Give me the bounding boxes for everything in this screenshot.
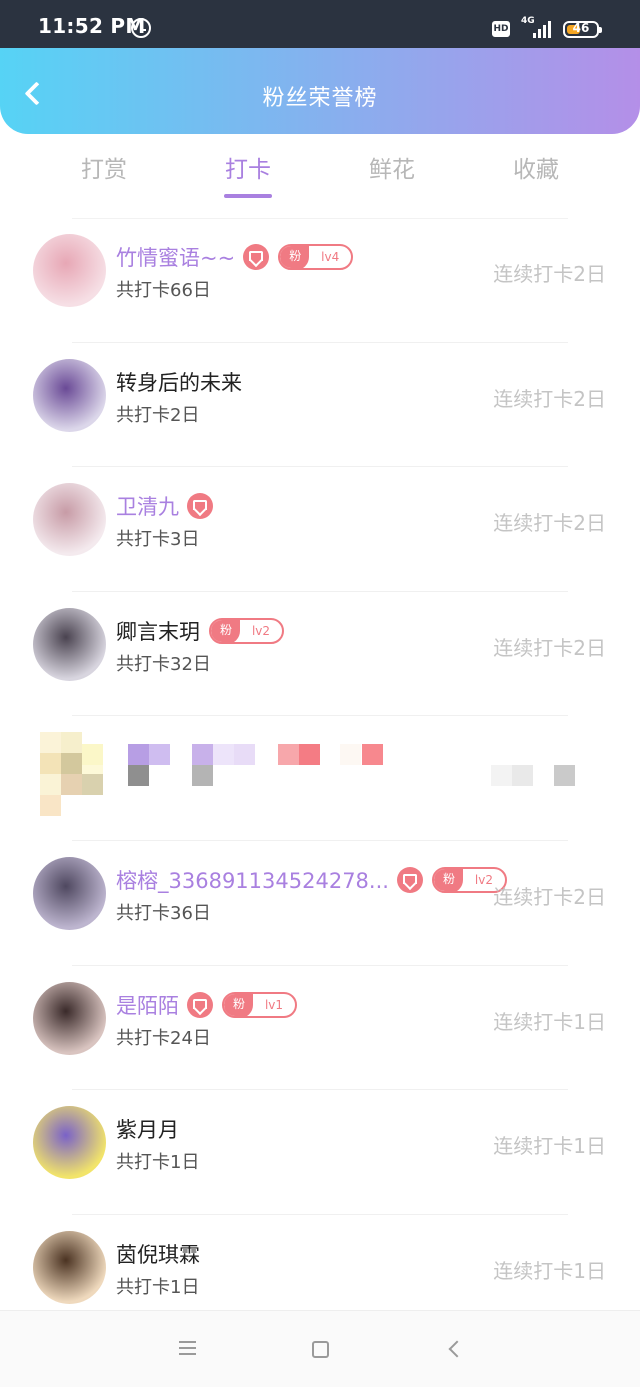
gem-icon: [243, 244, 270, 270]
total-checkins: 共打卡66日: [116, 280, 211, 301]
menu-icon[interactable]: [179, 1341, 196, 1355]
total-checkins: 共打卡24日: [116, 1027, 211, 1049]
fan-name[interactable]: 是陌陌: [116, 990, 179, 1020]
page-header: 粉丝荣誉榜: [0, 48, 640, 134]
back-triangle-icon[interactable]: [448, 1340, 466, 1358]
tab-favorites[interactable]: 收藏: [464, 150, 608, 184]
checkin-streak: 连续打卡2日: [493, 511, 606, 536]
avatar[interactable]: [33, 856, 106, 930]
fan-name[interactable]: 竹情蜜语~~: [116, 242, 235, 272]
fan-row[interactable]: 榕榕_336891134524278... 粉 lv2 共打卡36日 连续打卡2日: [0, 841, 640, 966]
system-nav-bar: [0, 1310, 640, 1387]
fan-name[interactable]: 茵倪琪霖: [116, 1239, 200, 1269]
fan-row[interactable]: 紫月月 共打卡1日 连续打卡1日: [0, 1090, 640, 1215]
avatar[interactable]: [33, 1230, 106, 1304]
tab-bar: 打赏 打卡 鲜花 收藏: [0, 134, 640, 219]
checkin-streak: 连续打卡1日: [493, 1009, 606, 1034]
fan-name[interactable]: 榕榕_336891134524278...: [116, 865, 389, 895]
total-checkins: 共打卡1日: [116, 1152, 200, 1174]
gem-icon: [396, 866, 423, 893]
battery-level: 46: [572, 21, 590, 35]
fan-row[interactable]: 卫清九 共打卡3日 连续打卡2日: [0, 467, 640, 592]
fan-name[interactable]: 转身后的未来: [116, 367, 242, 397]
home-square-icon[interactable]: [312, 1341, 329, 1358]
tab-flowers[interactable]: 鲜花: [320, 150, 464, 184]
fan-name[interactable]: 卫清九: [116, 491, 179, 521]
avatar[interactable]: [33, 234, 106, 307]
status-time: 11:52 PM: [38, 14, 146, 38]
gem-icon: [187, 493, 213, 520]
tab-reward[interactable]: 打赏: [32, 150, 176, 184]
checkin-streak: 连续打卡2日: [493, 386, 606, 411]
checkin-streak: 连续打卡2日: [493, 262, 606, 286]
fan-name[interactable]: 紫月月: [116, 1114, 179, 1144]
checkin-streak: 连续打卡2日: [493, 884, 606, 909]
gem-icon: [187, 991, 213, 1018]
total-checkins: 共打卡32日: [116, 653, 211, 675]
avatar[interactable]: [33, 358, 106, 432]
status-bar: 11:52 PM HD 4G 46: [0, 0, 640, 48]
fan-name-line: 转身后的未来: [116, 367, 242, 397]
tab-checkin[interactable]: 打卡: [176, 150, 320, 184]
fan-name-line: 紫月月: [116, 1114, 179, 1144]
fan-level-badge: 粉 lv4: [278, 244, 354, 270]
alarm-icon: [131, 18, 151, 38]
total-checkins: 共打卡2日: [116, 404, 200, 426]
fan-name[interactable]: 卿言末玥: [116, 616, 200, 646]
fan-name-line: 是陌陌 粉 lv1: [116, 990, 298, 1020]
total-checkins: 共打卡36日: [116, 902, 211, 924]
tab-indicator: [224, 194, 272, 198]
signal-icon: [529, 20, 553, 38]
fan-name-line: 榕榕_336891134524278... 粉 lv2: [116, 865, 507, 895]
total-checkins: 共打卡1日: [116, 1276, 200, 1298]
fan-row[interactable]: 卿言末玥粉 lv2 共打卡32日 连续打卡2日: [0, 592, 640, 717]
fan-row[interactable]: [0, 716, 640, 841]
fan-level-badge: 粉 lv2: [209, 617, 285, 644]
avatar[interactable]: [33, 607, 106, 681]
hd-icon: HD: [492, 21, 510, 37]
checkin-streak: 连续打卡2日: [493, 635, 606, 660]
fan-row[interactable]: 是陌陌 粉 lv1 共打卡24日 连续打卡1日: [0, 966, 640, 1091]
fan-name-line: 卿言末玥粉 lv2: [116, 616, 285, 646]
page-title: 粉丝荣誉榜: [262, 86, 378, 111]
avatar[interactable]: [33, 981, 106, 1055]
fan-row[interactable]: 竹情蜜语~~ 粉 lv4 共打卡66日 连续打卡2日: [0, 218, 640, 343]
fan-name-line: 卫清九: [116, 491, 213, 521]
battery-icon: 46: [563, 21, 602, 38]
pixelated-row-content: [0, 716, 640, 840]
checkin-streak: 连续打卡1日: [493, 1134, 606, 1159]
fan-name-line: 竹情蜜语~~ 粉 lv4: [116, 242, 354, 272]
fan-name-line: 茵倪琪霖: [116, 1239, 200, 1269]
fan-row[interactable]: 转身后的未来 共打卡2日 连续打卡2日: [0, 343, 640, 468]
avatar[interactable]: [33, 483, 106, 557]
checkin-streak: 连续打卡1日: [493, 1258, 606, 1283]
fan-list: 竹情蜜语~~ 粉 lv4 共打卡66日 连续打卡2日 转身后的未来 共打卡2日 连续…: [0, 218, 640, 1340]
avatar[interactable]: [33, 1106, 106, 1180]
fan-level-badge: 粉 lv1: [222, 991, 298, 1018]
total-checkins: 共打卡3日: [116, 529, 200, 551]
